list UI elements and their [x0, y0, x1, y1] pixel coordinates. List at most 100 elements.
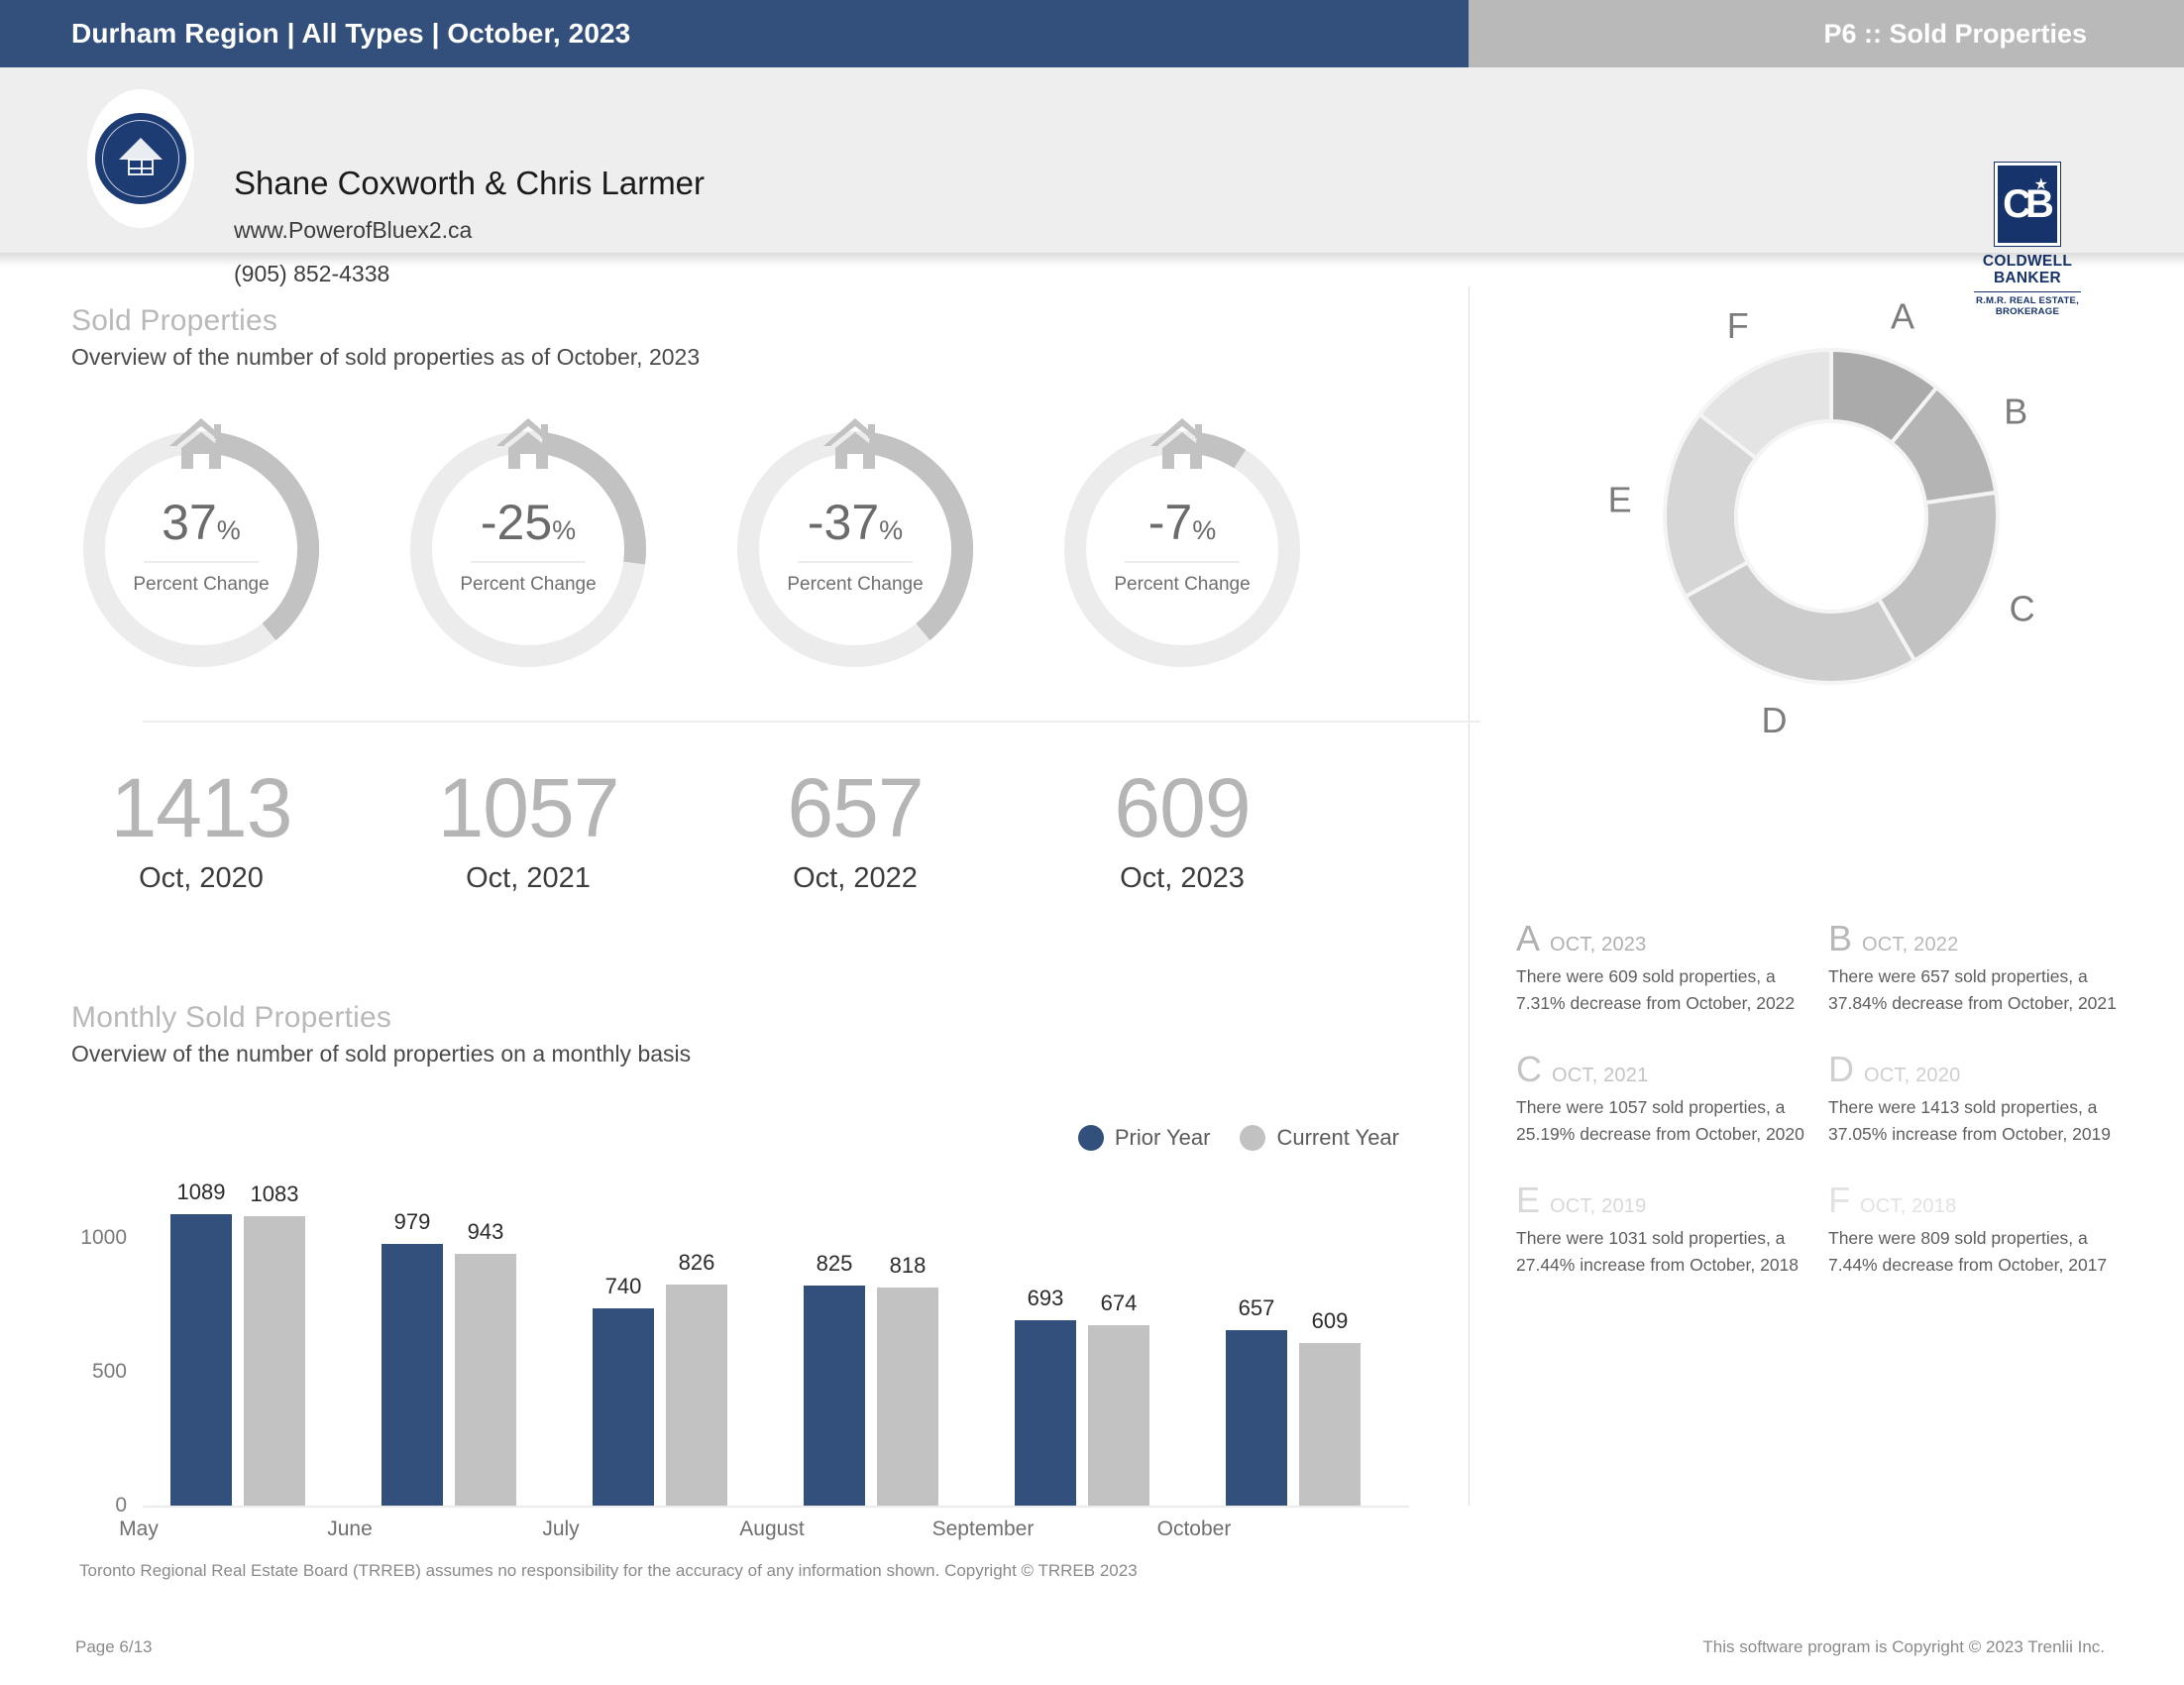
x-tick-label: October	[1156, 1517, 1232, 1540]
year-card-E: E OCT, 2019 There were 1031 sold propertie…	[1516, 1182, 1828, 1278]
card-letter: C	[1516, 1049, 1542, 1090]
legend-label: Prior Year	[1114, 1125, 1211, 1150]
card-header: F OCT, 2018	[1828, 1182, 2121, 1218]
house-icon	[119, 138, 163, 179]
gauge-4: -7% Percent Change	[1052, 416, 1312, 682]
monthly-subtitle: Overview of the number of sold propertie…	[71, 1041, 692, 1067]
year-card-D: D OCT, 2020 There were 1413 sold propertie…	[1828, 1052, 2140, 1147]
bar-june-current[interactable]: 943	[455, 1219, 516, 1506]
bar-august-prior[interactable]: 825	[804, 1251, 865, 1506]
x-tick-label: July	[542, 1517, 580, 1540]
agent-seal-icon	[92, 110, 189, 207]
percent-symbol: %	[216, 515, 241, 545]
card-header: A OCT, 2023	[1516, 921, 1808, 956]
card-description: There were 609 sold properties, a 7.31% …	[1516, 966, 1796, 1013]
chart-plot-area: 1089 1083 979 943 740 826 825 818 693 674 657 609	[143, 1180, 1409, 1506]
year-card-A: A OCT, 2023 There were 609 sold properties…	[1516, 921, 1828, 1016]
bar-value-label: 1083	[250, 1181, 299, 1207]
bar-july-current[interactable]: 826	[666, 1250, 727, 1506]
bar-june-prior[interactable]: 979	[382, 1209, 443, 1506]
donut-label-C: C	[2010, 588, 2035, 628]
x-tick-label: June	[327, 1517, 373, 1540]
bar-group-september: 693 674	[1015, 1198, 1186, 1506]
card-description: There were 657 sold properties, a 37.84%…	[1828, 966, 2117, 1013]
gauge-row: 37% Percent Change -25% Percent Change -37% P…	[71, 416, 1409, 704]
star-icon: ★	[2033, 176, 2048, 193]
year-card-B: B OCT, 2022 There were 657 sold properties…	[1828, 921, 2140, 1016]
coldwell-banker-mark-icon: CB ★	[1994, 162, 2061, 247]
footer-software-copyright: This software program is Copyright © 202…	[1702, 1637, 2105, 1656]
gauge-caption: Percent Change	[787, 574, 924, 595]
page-label: P6 :: Sold Properties	[1823, 18, 2087, 49]
bar-value-label: 674	[1100, 1291, 1138, 1316]
bar-value-label: 1089	[176, 1180, 226, 1205]
card-letter: D	[1828, 1049, 1854, 1090]
y-tick-label: 0	[115, 1494, 127, 1516]
header-bar: Durham Region | All Types | October, 202…	[0, 0, 2184, 67]
legend-item-1[interactable]: Prior Year	[1077, 1125, 1211, 1151]
gauge-percent-value: -37%	[725, 498, 985, 547]
card-month: OCT, 2020	[1864, 1065, 1961, 1087]
report-title: Durham Region | All Types | October, 202…	[71, 18, 631, 49]
donut-label-D: D	[1761, 700, 1787, 740]
y-tick-label: 500	[91, 1360, 127, 1384]
bar-group-august: 825 818	[804, 1198, 975, 1506]
donut-segment-D[interactable]	[1683, 559, 1917, 685]
sold-properties-subtitle: Overview of the number of sold propertie…	[71, 344, 701, 370]
gauge-3: -37% Percent Change	[725, 416, 985, 682]
bar-july-prior[interactable]: 740	[593, 1274, 654, 1506]
y-axis-labels: 0 500 1000	[71, 1198, 137, 1516]
totals-row: 1413 Oct, 2020 1057 Oct, 2021 657 Oct, 2022 60…	[71, 761, 1409, 928]
card-letter: E	[1516, 1180, 1541, 1221]
total-column-2: 1057 Oct, 2021	[398, 766, 658, 895]
legend-item-2[interactable]: Current Year	[1240, 1125, 1399, 1151]
x-tick-label: August	[739, 1517, 805, 1540]
legend-color-dot	[1077, 1125, 1104, 1151]
gauge-caption: Percent Change	[1114, 574, 1251, 595]
bar-may-prior[interactable]: 1089	[170, 1180, 232, 1506]
agent-website[interactable]: www.PowerofBluex2.ca	[234, 217, 472, 244]
card-letter: A	[1516, 918, 1541, 958]
footer-page-number: Page 6/13	[75, 1637, 153, 1656]
bar-may-current[interactable]: 1083	[244, 1181, 305, 1506]
donut-label-F: F	[1727, 305, 1749, 346]
card-month: OCT, 2022	[1862, 934, 1959, 955]
report-page: Durham Region | All Types | October, 202…	[0, 0, 2184, 1685]
bar-value-label: 818	[889, 1252, 927, 1278]
gauge-caption: Percent Change	[460, 574, 597, 595]
bar-value-label: 657	[1238, 1294, 1275, 1320]
card-letter: B	[1828, 918, 1853, 958]
divider	[471, 561, 586, 563]
card-header: C OCT, 2021	[1516, 1052, 1808, 1087]
donut-label-A: A	[1891, 295, 1914, 336]
bar-august-current[interactable]: 818	[877, 1253, 938, 1506]
bar-value-label: 825	[816, 1250, 853, 1276]
gauge-caption: Percent Change	[133, 574, 270, 595]
total-value: 1413	[110, 761, 293, 854]
gauge-1: 37% Percent Change	[71, 416, 331, 682]
year-card-C: C OCT, 2021 There were 1057 sold propertie…	[1516, 1052, 1828, 1147]
house-icon	[1150, 418, 1214, 469]
bar-september-prior[interactable]: 693	[1015, 1286, 1076, 1506]
total-column-4: 609 Oct, 2023	[1052, 766, 1312, 895]
bar-group-july: 740 826	[593, 1198, 764, 1506]
bar-september-current[interactable]: 674	[1088, 1291, 1149, 1506]
monthly-header: Monthly Sold Properties Overview of the …	[71, 1001, 1409, 1067]
gauge-2: -25% Percent Change	[398, 416, 658, 682]
card-month: OCT, 2019	[1550, 1195, 1647, 1218]
agent-bar: Shane Coxworth & Chris Larmer www.Powero…	[0, 67, 2184, 317]
year-card-F: F OCT, 2018 There were 809 sold properties…	[1828, 1182, 2140, 1278]
bar-october-current[interactable]: 609	[1299, 1308, 1361, 1506]
legend-color-dot	[1240, 1125, 1266, 1151]
bar-october-prior[interactable]: 657	[1226, 1295, 1287, 1506]
chart-legend: Prior Year Current Year	[1077, 1125, 1399, 1151]
sold-properties-title: Sold Properties	[71, 304, 278, 337]
total-column-3: 657 Oct, 2022	[725, 766, 985, 895]
gauge-percent-value: 37%	[71, 498, 331, 547]
divider	[1125, 561, 1240, 563]
bar-group-may: 1089 1083	[170, 1180, 342, 1506]
card-description: There were 1413 sold properties, a 37.05…	[1828, 1097, 2112, 1144]
left-pane: Sold Properties Overview of the number o…	[71, 304, 1480, 1579]
card-letter: F	[1828, 1180, 1850, 1221]
legend-label: Current Year	[1276, 1125, 1399, 1150]
